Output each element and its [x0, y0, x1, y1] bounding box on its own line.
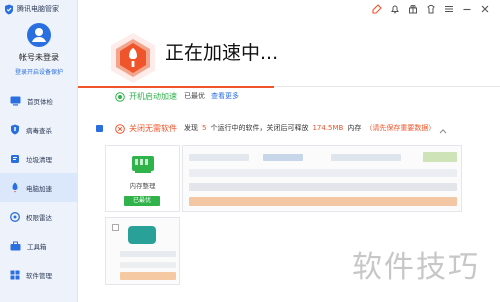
app-window: 腾讯电脑管家 帐号未登录 登录开启设备保护 首页体检 病毒查杀 垃圾清理 电脑加… [0, 0, 500, 302]
app-title: 腾讯电脑管家 [17, 5, 59, 13]
software-blur-line-3 [189, 197, 457, 206]
software-blur-line-5 [120, 262, 176, 268]
view-more-link[interactable]: 查看更多 [211, 91, 239, 101]
found-text: 发现 [184, 124, 198, 132]
software-blur-line-6 [120, 272, 176, 280]
sidebar-item-label: 首页体检 [27, 97, 53, 106]
sidebar-item-label: 权限雷达 [26, 213, 52, 222]
bell-icon[interactable] [389, 4, 400, 15]
sidebar-nav: 首页体检 病毒查杀 垃圾清理 电脑加速 权限雷达 工具箱 软件管理 [0, 86, 78, 289]
sidebar-item-label: 工具箱 [27, 242, 47, 251]
shield-icon [10, 120, 20, 139]
save-data-warning: （请先保存重要数据） [365, 124, 436, 132]
memory-chip-icon [131, 154, 155, 178]
item-checkbox[interactable] [112, 224, 119, 231]
chevron-up-icon[interactable] [439, 119, 447, 138]
app-brand: 腾讯电脑管家 [4, 3, 59, 15]
boot-speedup-row: 开机启动加速 已最优 查看更多 [115, 90, 239, 102]
apps-icon [10, 265, 20, 284]
account-name[interactable]: 帐号未登录 [0, 52, 78, 63]
software-thumb-2 [263, 154, 303, 161]
titlebar-icons [371, 3, 490, 15]
sidebar-item-speedup[interactable]: 电脑加速 [0, 173, 78, 202]
memory-status-badge: 已最优 [124, 196, 160, 206]
sidebar: 腾讯电脑管家 帐号未登录 登录开启设备保护 首页体检 病毒查杀 垃圾清理 电脑加… [0, 0, 78, 302]
software-thumb-4 [423, 152, 457, 162]
memory-cleanup-card[interactable]: 内存整理 已最优 [105, 145, 180, 212]
speedup-rocket-icon [107, 32, 159, 88]
sidebar-item-label: 垃圾清理 [26, 155, 52, 164]
gift-icon[interactable] [407, 4, 418, 15]
running-text: 个运行中的软件，关闭后可释放 [210, 124, 309, 132]
error-circle-icon [115, 119, 125, 138]
sidebar-item-toolbox[interactable]: 工具箱 [0, 231, 78, 260]
toolbox-icon [10, 236, 21, 255]
sidebar-item-antivirus[interactable]: 病毒查杀 [0, 115, 78, 144]
memory-cleanup-label: 内存整理 [129, 182, 156, 190]
sidebar-item-label: 软件管理 [26, 271, 52, 280]
sidebar-item-radar[interactable]: 权限雷达 [0, 202, 78, 231]
software-icon-blur [128, 226, 156, 244]
monitor-icon [10, 91, 21, 110]
shield-logo-icon [4, 0, 14, 19]
select-checkbox[interactable] [96, 124, 103, 132]
sidebar-item-cleanup[interactable]: 垃圾清理 [0, 144, 78, 173]
menu-icon[interactable] [443, 4, 454, 15]
software-blur-line-4 [120, 251, 176, 257]
avatar[interactable] [27, 23, 51, 47]
boot-speedup-label: 开机启动加速 [129, 91, 177, 101]
boot-speedup-status: 已最优 [184, 92, 205, 100]
close-software-label: 关闭无需软件 [129, 123, 177, 133]
close-icon[interactable] [479, 4, 490, 15]
check-circle-icon [115, 87, 125, 106]
software-card-2[interactable] [105, 217, 180, 285]
software-card[interactable] [182, 145, 462, 212]
progress-bar-fill [78, 86, 274, 88]
sidebar-item-label: 电脑加速 [26, 184, 52, 193]
skin-icon[interactable] [425, 4, 436, 15]
progress-bar-track [274, 86, 500, 87]
broom-icon [10, 149, 20, 168]
close-software-row: 关闭无需软件 发现 5 个运行中的软件，关闭后可释放 174.5MB 内存 （请… [96, 122, 447, 134]
minimize-icon[interactable] [461, 4, 472, 15]
rocket-icon [10, 178, 20, 197]
watermark: 软件技巧 [352, 250, 480, 285]
page-title: 正在加速中... [165, 42, 279, 64]
memory-text: 内存 [347, 124, 362, 132]
radar-icon [10, 207, 20, 226]
sidebar-item-label: 病毒查杀 [26, 126, 52, 135]
software-thumb-1 [189, 154, 249, 161]
software-blur-line-2 [189, 183, 457, 191]
running-count: 5 [202, 124, 207, 132]
software-thumb-3 [331, 154, 401, 161]
login-link[interactable]: 登录开启设备保护 [0, 67, 78, 76]
sidebar-item-checkup[interactable]: 首页体检 [0, 86, 78, 115]
release-amount: 174.5MB [312, 124, 344, 132]
software-blur-line-1 [189, 169, 457, 177]
sidebar-item-software[interactable]: 软件管理 [0, 260, 78, 289]
broom-icon[interactable] [371, 4, 382, 15]
